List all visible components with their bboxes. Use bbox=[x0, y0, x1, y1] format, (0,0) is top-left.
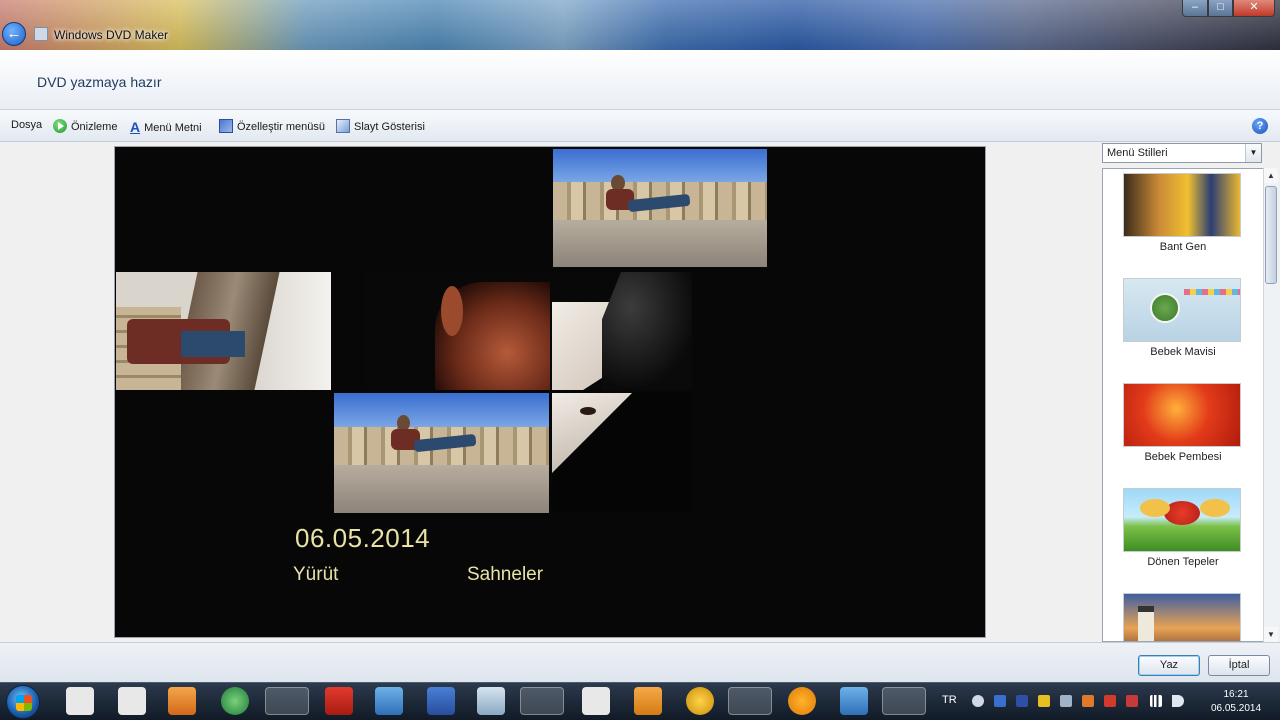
slideshow-label: Slayt Gösterisi bbox=[354, 121, 425, 133]
preview-photo-1 bbox=[553, 149, 767, 267]
menu-text-label: Menü Metni bbox=[144, 122, 202, 134]
preview-face-tile-3 bbox=[552, 393, 692, 513]
scroll-thumb[interactable] bbox=[1265, 186, 1277, 284]
style-thumb-5[interactable] bbox=[1123, 593, 1241, 641]
menu-styles-list: Bant Gen Bebek Mavisi Bebek Pembesi Döne… bbox=[1102, 168, 1278, 642]
taskbar-warning-icon[interactable] bbox=[686, 687, 714, 715]
tray-app-icon[interactable] bbox=[1016, 695, 1028, 707]
style-label: Dönen Tepeler bbox=[1147, 556, 1219, 568]
language-indicator[interactable]: TR bbox=[942, 694, 957, 706]
taskbar-file-icon[interactable] bbox=[477, 687, 505, 715]
style-thumb-bebek-mavisi[interactable] bbox=[1123, 278, 1241, 342]
tray-office-icon[interactable] bbox=[1082, 695, 1094, 707]
customize-menu-button[interactable]: Özelleştir menüsü bbox=[219, 119, 325, 133]
taskbar-sun-icon[interactable] bbox=[788, 687, 816, 715]
taskbar-fan-icon[interactable] bbox=[728, 687, 772, 715]
tray-tv-icon[interactable] bbox=[1038, 695, 1050, 707]
taskbar-globe-icon[interactable] bbox=[221, 687, 249, 715]
title-bar-shade bbox=[0, 0, 1280, 50]
taskbar-camera-icon[interactable] bbox=[520, 687, 564, 715]
taskbar-document-icon[interactable] bbox=[118, 687, 146, 715]
toolbar: Dosya Önizleme A Menü Metni Özelleştir me… bbox=[0, 110, 1280, 142]
styles-scrollbar[interactable]: ▲ ▼ bbox=[1263, 168, 1278, 642]
preview-play-link[interactable]: Yürüt bbox=[293, 564, 338, 586]
cancel-button[interactable]: İptal bbox=[1208, 655, 1270, 676]
clock-date: 06.05.2014 bbox=[1210, 703, 1262, 714]
photo-ground bbox=[334, 465, 549, 513]
maximize-button[interactable]: □ bbox=[1208, 0, 1233, 17]
taskbar-network-icon[interactable] bbox=[375, 687, 403, 715]
taskbar-document-icon[interactable] bbox=[66, 687, 94, 715]
bottom-bar: Yaz İptal bbox=[0, 642, 1280, 682]
page-header: DVD yazmaya hazır bbox=[0, 50, 1280, 110]
preview-photo-2 bbox=[116, 272, 331, 390]
taskbar-pdf-icon[interactable] bbox=[325, 687, 353, 715]
tray-bluetooth-icon[interactable] bbox=[994, 695, 1006, 707]
style-thumb-donen-tepeler[interactable] bbox=[1123, 488, 1241, 552]
play-icon bbox=[53, 119, 67, 133]
back-button[interactable]: ← bbox=[2, 22, 26, 46]
preview-date: 06.05.2014 bbox=[295, 523, 431, 553]
style-thumb-bebek-pembesi[interactable] bbox=[1123, 383, 1241, 447]
menu-preview: 06.05.2014 Yürüt Sahneler bbox=[114, 146, 986, 638]
title-bar: ← Windows DVD Maker – □ ✕ bbox=[0, 0, 1280, 50]
text-icon: A bbox=[130, 119, 141, 135]
file-menu-label: Dosya bbox=[11, 119, 43, 131]
tray-flag-icon[interactable] bbox=[1104, 695, 1116, 707]
taskbar: TR 16:21 06.05.2014 bbox=[0, 682, 1280, 720]
file-menu[interactable]: Dosya bbox=[11, 119, 42, 131]
scroll-up-icon[interactable]: ▲ bbox=[1264, 168, 1278, 183]
page-title: DVD yazmaya hazır bbox=[37, 74, 162, 90]
style-label: Bebek Pembesi bbox=[1144, 451, 1222, 463]
style-label: Bebek Mavisi bbox=[1150, 346, 1216, 358]
slideshow-button[interactable]: Slayt Gösterisi bbox=[336, 119, 425, 133]
preview-face-tile-1 bbox=[365, 272, 550, 390]
tray-volume-icon[interactable] bbox=[1172, 695, 1184, 707]
preview-label: Önizleme bbox=[71, 121, 118, 133]
taskbar-document-icon[interactable] bbox=[582, 687, 610, 715]
preview-photo-3 bbox=[334, 393, 549, 513]
app-title: Windows DVD Maker bbox=[54, 28, 169, 42]
menu-text-button[interactable]: A Menü Metni bbox=[130, 119, 202, 135]
style-thumb-bant-gen[interactable] bbox=[1123, 173, 1241, 237]
taskbar-dvd-maker-icon[interactable] bbox=[265, 687, 309, 715]
windows-logo-icon bbox=[16, 695, 32, 711]
taskbar-kmplayer-icon[interactable] bbox=[634, 687, 662, 715]
write-button[interactable]: Yaz bbox=[1138, 655, 1200, 676]
customize-icon bbox=[219, 119, 233, 133]
tray-network-icon[interactable] bbox=[1060, 695, 1072, 707]
photo-ground bbox=[553, 219, 767, 267]
photo-person bbox=[600, 174, 694, 222]
clock-time: 16:21 bbox=[1223, 689, 1249, 700]
menu-styles-value: Menü Stilleri bbox=[1107, 147, 1168, 159]
taskbar-camera-app-icon[interactable] bbox=[840, 687, 868, 715]
app-icon bbox=[34, 27, 48, 41]
slideshow-icon bbox=[336, 119, 350, 133]
chevron-down-icon: ▼ bbox=[1245, 144, 1261, 162]
preview-scenes-link[interactable]: Sahneler bbox=[467, 564, 543, 586]
taskbar-dvd-maker-active-icon[interactable] bbox=[882, 687, 926, 715]
preview-button[interactable]: Önizleme bbox=[53, 119, 117, 133]
taskbar-clock[interactable]: 16:21 06.05.2014 bbox=[1198, 688, 1274, 716]
customize-menu-label: Özelleştir menüsü bbox=[237, 121, 326, 133]
tray-search-icon[interactable] bbox=[972, 695, 984, 707]
scroll-down-icon[interactable]: ▼ bbox=[1264, 627, 1278, 642]
tray-signal-icon[interactable] bbox=[1150, 695, 1162, 707]
preview-face-tile-2 bbox=[552, 272, 692, 390]
taskbar-media-player-icon[interactable] bbox=[168, 687, 196, 715]
tray-antivirus-icon[interactable] bbox=[1126, 695, 1138, 707]
photo-person bbox=[386, 414, 481, 463]
close-button[interactable]: ✕ bbox=[1233, 0, 1275, 17]
help-icon[interactable]: ? bbox=[1252, 118, 1268, 134]
minimize-button[interactable]: – bbox=[1182, 0, 1208, 17]
start-button[interactable] bbox=[6, 685, 40, 719]
style-label: Bant Gen bbox=[1159, 241, 1207, 253]
back-arrow-icon: ← bbox=[6, 25, 22, 42]
taskbar-vb-icon[interactable] bbox=[427, 687, 455, 715]
menu-styles-dropdown[interactable]: Menü Stilleri ▼ bbox=[1102, 143, 1262, 163]
